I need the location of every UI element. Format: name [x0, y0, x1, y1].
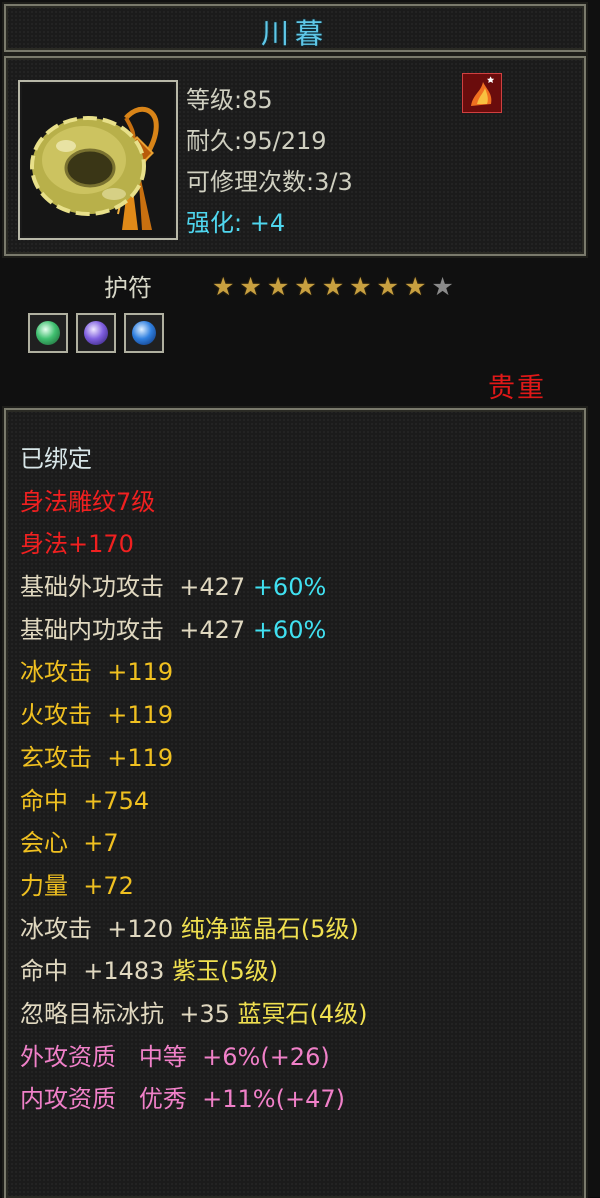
attr-gem-2: 命中 +1483 紫玉(5级)	[20, 950, 368, 993]
star-filled-icon: ★	[321, 272, 345, 301]
gem-3-stat: 忽略目标冰抗 +35	[20, 999, 238, 1028]
attr-ext-attack: 基础外功攻击 +427 +60%	[20, 566, 368, 609]
star-filled-icon: ★	[349, 272, 372, 301]
item-type-section: 护符 ★ ★ ★ ★ ★ ★ ★ ★ ★ 贵重	[0, 258, 600, 408]
gem-3-name: 蓝冥石(4级)	[237, 999, 368, 1028]
enhance-label: 强化:	[186, 209, 243, 237]
purple-gem-icon	[76, 313, 116, 353]
gem-2-stat: 命中 +1483	[20, 957, 173, 986]
attr-strength: 力量 +72	[20, 871, 134, 900]
blue-gem-icon	[124, 313, 164, 353]
attribute-list: 已绑定 身法雕纹7级 身法+170 基础外功攻击 +427 +60% 基础内功攻…	[20, 438, 368, 1121]
attr-int-attack: 基础内功攻击 +427 +60%	[20, 609, 368, 652]
bound-status: 已绑定	[20, 445, 92, 473]
item-level: 等级:85	[186, 86, 273, 114]
item-repair-count: 可修理次数:3/3	[186, 168, 353, 196]
item-type: 护符	[104, 274, 152, 302]
jade-amulet-icon	[22, 84, 174, 236]
attr-mystic-attack: 玄攻击 +119	[20, 743, 174, 772]
attr-gem-3: 忽略目标冰抗 +35 蓝冥石(4级)	[20, 993, 368, 1036]
item-name: 川暮	[260, 17, 329, 50]
green-gem-icon	[28, 313, 68, 353]
attr-agility: 身法+170	[20, 530, 134, 559]
attr-crit: 会心 +7	[20, 829, 119, 858]
fire-badge-icon	[462, 73, 502, 113]
title-bar: 川暮	[4, 4, 586, 52]
item-enhance: 强化: +4	[186, 203, 285, 238]
attr-hit: 命中 +754	[20, 786, 150, 815]
gem-1-stat: 冰攻击 +120	[20, 914, 181, 943]
attr-ext-attack-pct: +60%	[252, 573, 327, 602]
attr-gem-1: 冰攻击 +120 纯净蓝晶石(5级)	[20, 908, 368, 951]
star-rating: ★ ★ ★ ★ ★ ★ ★ ★ ★	[212, 273, 454, 301]
attr-fire-attack: 火攻击 +119	[20, 701, 174, 730]
attributes-section: 已绑定 身法雕纹7级 身法+170 基础外功攻击 +427 +60% 基础内功攻…	[4, 408, 586, 1198]
gem-1-name: 纯净蓝晶石(5级)	[180, 914, 359, 943]
item-rarity: 贵重	[488, 373, 546, 404]
socket-gems	[28, 313, 164, 353]
attr-ext-attack-label: 基础外功攻击 +427	[20, 573, 253, 602]
attr-int-attack-pct: +60%	[252, 615, 327, 644]
star-filled-icon: ★	[376, 272, 399, 301]
attr-int-attack-label: 基础内功攻击 +427	[20, 615, 253, 644]
enhance-value: +4	[249, 209, 286, 237]
attr-ice-attack: 冰攻击 +119	[20, 658, 174, 687]
attr-aptitude-int: 内攻资质 优秀 +11%(+47)	[20, 1085, 345, 1114]
star-filled-icon: ★	[294, 272, 317, 301]
item-durability: 耐久:95/219	[186, 127, 327, 155]
item-info-section: 等级:85 耐久:95/219 可修理次数:3/3 强化: +4	[4, 56, 586, 256]
star-filled-icon: ★	[266, 272, 290, 301]
star-empty-icon: ★	[431, 272, 454, 301]
star-filled-icon: ★	[403, 272, 427, 301]
item-icon-frame	[18, 80, 178, 240]
gem-2-name: 紫玉(5级)	[172, 957, 279, 986]
star-filled-icon: ★	[239, 272, 262, 301]
item-tooltip: 川暮 等级:85 耐久:95/219 可修理次数:3/3 强化: +4 护符 ★…	[0, 0, 600, 1198]
attr-aptitude-ext: 外攻资质 中等 +6%(+26)	[20, 1042, 330, 1071]
star-filled-icon: ★	[212, 272, 235, 301]
attr-engrave: 身法雕纹7级	[20, 487, 156, 516]
